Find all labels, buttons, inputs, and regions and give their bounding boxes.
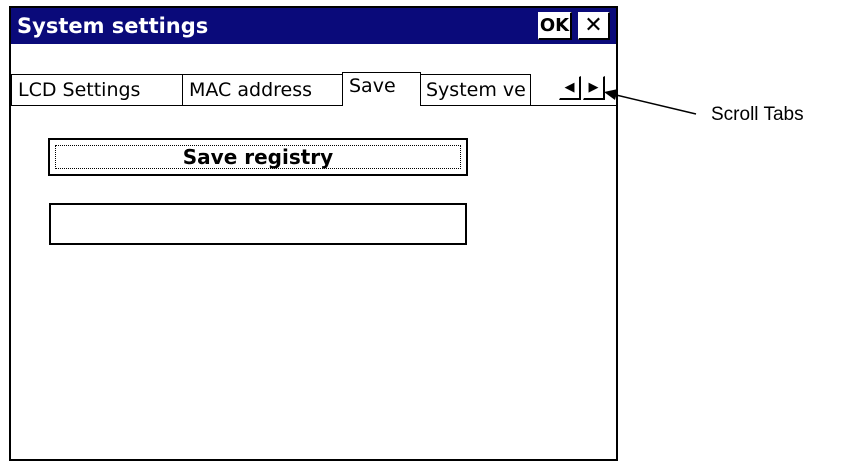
selected-tab-gap [343,104,420,107]
tab-scroll-left-button[interactable]: ◀ [559,76,581,100]
arrow-left-icon: ◀ [564,80,575,95]
tab-scroll-right-button[interactable]: ▶ [583,76,605,100]
save-registry-button[interactable]: Save registry [48,138,468,176]
save-status-field [49,203,467,245]
focus-rectangle [55,145,461,169]
settings-window: System settings OK ✕ LCD Settings MAC ad… [9,6,618,461]
window-title: System settings [17,14,209,38]
tab-divider [11,105,616,106]
close-button[interactable]: ✕ [578,12,610,40]
tab-system-version[interactable]: System ve [419,74,531,106]
title-bar: System settings OK ✕ [11,6,616,44]
arrow-right-icon: ▶ [588,80,599,95]
tab-bar: LCD Settings MAC address Save System ve … [11,44,616,107]
tab-lcd-settings[interactable]: LCD Settings [11,74,184,106]
screen: System settings OK ✕ LCD Settings MAC ad… [0,0,863,462]
close-icon: ✕ [584,13,603,38]
tab-mac-address[interactable]: MAC address [182,74,344,106]
annotation-arrow-icon [604,89,697,115]
tab-save[interactable]: Save [342,72,421,106]
scroll-tabs-annotation: Scroll Tabs [711,104,804,125]
ok-button[interactable]: OK [538,12,572,40]
